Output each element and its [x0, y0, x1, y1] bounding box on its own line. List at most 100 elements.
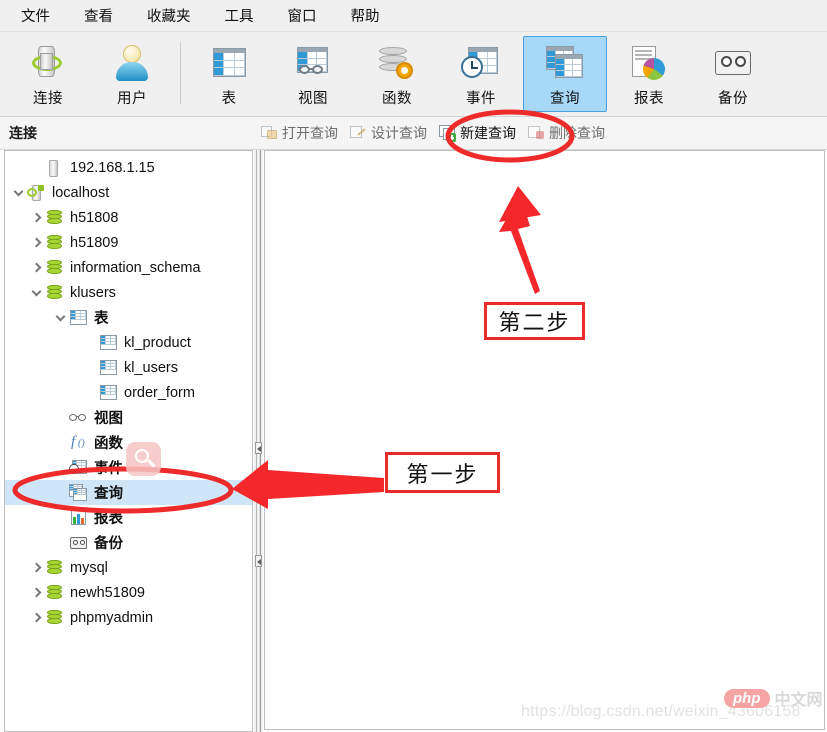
- toolbar-button-view[interactable]: 视图: [271, 36, 355, 112]
- open-query-icon: [261, 125, 278, 141]
- delete-query-label: 删除查询: [549, 123, 605, 143]
- tree-item-reports[interactable]: 报表: [5, 505, 252, 530]
- tree-twisty-collapsed[interactable]: [27, 614, 45, 621]
- menu-view[interactable]: 查看: [67, 1, 130, 30]
- tree-item-tables-folder[interactable]: 表: [5, 305, 252, 330]
- tree-twisty-expanded[interactable]: [51, 316, 69, 320]
- tree-label: 报表: [94, 507, 123, 528]
- menu-tools[interactable]: 工具: [208, 1, 271, 30]
- menu-help[interactable]: 帮助: [334, 1, 397, 30]
- sub-toolbar: 连接 打开查询 设计查询 新建查询 删除查询: [0, 117, 827, 150]
- event-icon: [458, 43, 504, 85]
- tree-twisty-expanded[interactable]: [27, 291, 45, 295]
- tree-label: mysql: [70, 560, 108, 576]
- table-icon: [99, 359, 119, 377]
- annotation-step-two: 第二步: [484, 302, 585, 340]
- menu-bar: 文件 查看 收藏夹 工具 窗口 帮助: [0, 0, 827, 32]
- toolbar-label-backup: 备份: [718, 87, 748, 108]
- tree-twisty-collapsed[interactable]: [27, 239, 45, 246]
- delete-query-icon: [528, 125, 545, 141]
- tree-item-localhost[interactable]: localhost: [5, 180, 252, 205]
- database-icon: [45, 209, 65, 227]
- open-query-button[interactable]: 打开查询: [255, 120, 344, 146]
- splitter-grip-down-icon[interactable]: [255, 555, 262, 567]
- tree-label: kl_product: [124, 335, 191, 351]
- toolbar-button-user[interactable]: 用户: [90, 36, 174, 112]
- event-clock-icon: [69, 459, 89, 477]
- tree-item-h51808[interactable]: h51808: [5, 205, 252, 230]
- view-icon: [290, 43, 336, 85]
- toolbar-label-query: 查询: [550, 87, 580, 108]
- menu-favorites[interactable]: 收藏夹: [130, 1, 208, 30]
- report-chart-icon: [69, 509, 89, 527]
- database-icon: [45, 559, 65, 577]
- menu-window[interactable]: 窗口: [271, 1, 334, 30]
- tree-item-newh51809[interactable]: newh51809: [5, 580, 252, 605]
- tree-item-192-168-1-15[interactable]: 192.168.1.15: [5, 155, 252, 180]
- connection-icon: [25, 43, 71, 85]
- toolbar-button-backup[interactable]: 备份: [691, 36, 775, 112]
- menu-file[interactable]: 文件: [4, 1, 67, 30]
- annotation-step-one: 第一步: [385, 452, 500, 493]
- tree-label: newh51809: [70, 585, 145, 601]
- tree-label: klusers: [70, 285, 116, 301]
- server-icon: [45, 159, 65, 177]
- tree-label: 视图: [94, 407, 123, 428]
- delete-query-button[interactable]: 删除查询: [522, 120, 611, 146]
- database-icon: [45, 609, 65, 627]
- tree-item-queries[interactable]: 查询: [5, 480, 252, 505]
- tree-label: information_schema: [70, 260, 201, 276]
- design-query-label: 设计查询: [371, 123, 427, 143]
- tree-twisty-collapsed[interactable]: [27, 264, 45, 271]
- new-query-icon: [439, 125, 456, 141]
- tree-item-klusers[interactable]: klusers: [5, 280, 252, 305]
- tree-label: 函数: [94, 432, 123, 453]
- tree-item-phpmyadmin[interactable]: phpmyadmin: [5, 605, 252, 630]
- database-icon: [45, 584, 65, 602]
- toolbar-button-report[interactable]: 报表: [607, 36, 691, 112]
- panel-splitter[interactable]: [254, 150, 263, 732]
- tree-label: 查询: [94, 482, 123, 503]
- tree-twisty-collapsed[interactable]: [27, 589, 45, 596]
- connection-panel-title: 连接: [0, 123, 255, 143]
- magnifier-cursor-icon: [126, 442, 161, 476]
- tree-twisty-expanded[interactable]: [9, 191, 27, 195]
- tree-twisty-collapsed[interactable]: [27, 214, 45, 221]
- design-query-button[interactable]: 设计查询: [344, 120, 433, 146]
- backup-icon: [710, 43, 756, 85]
- toolbar-label-report: 报表: [634, 87, 664, 108]
- splitter-grip-up-icon[interactable]: [255, 442, 262, 454]
- tree-item-kl-users[interactable]: kl_users: [5, 355, 252, 380]
- tree-label: kl_users: [124, 360, 178, 376]
- backup-tape-icon: [69, 534, 89, 552]
- connection-tree-panel[interactable]: 192.168.1.15 localhost h51808: [4, 150, 253, 732]
- tree-item-kl-product[interactable]: kl_product: [5, 330, 252, 355]
- toolbar-button-table[interactable]: 表: [187, 36, 271, 112]
- database-icon: [45, 259, 65, 277]
- tree-label: h51808: [70, 210, 118, 226]
- tree-label: localhost: [52, 185, 109, 201]
- tree-label: phpmyadmin: [70, 610, 153, 626]
- tree-item-views[interactable]: 视图: [5, 405, 252, 430]
- toolbar-button-event[interactable]: 事件: [439, 36, 523, 112]
- tree-item-mysql[interactable]: mysql: [5, 555, 252, 580]
- database-icon: [45, 234, 65, 252]
- toolbar-button-query[interactable]: 查询: [523, 36, 607, 112]
- function-icon: [374, 43, 420, 85]
- tree-twisty-collapsed[interactable]: [27, 564, 45, 571]
- query-editor-panel[interactable]: [264, 150, 825, 730]
- toolbar-label-table: 表: [222, 87, 237, 108]
- tree-label: 事件: [94, 457, 123, 478]
- toolbar-label-function: 函数: [382, 87, 412, 108]
- new-query-label: 新建查询: [460, 123, 516, 143]
- tree-item-h51809[interactable]: h51809: [5, 230, 252, 255]
- new-query-button[interactable]: 新建查询: [433, 120, 522, 146]
- report-icon: [626, 43, 672, 85]
- tree-item-order-form[interactable]: order_form: [5, 380, 252, 405]
- splitter-bar[interactable]: [256, 150, 261, 732]
- tree-item-information-schema[interactable]: information_schema: [5, 255, 252, 280]
- tree-item-backups[interactable]: 备份: [5, 530, 252, 555]
- toolbar-button-function[interactable]: 函数: [355, 36, 439, 112]
- toolbar-button-connection[interactable]: 连接: [6, 36, 90, 112]
- design-query-icon: [350, 125, 367, 141]
